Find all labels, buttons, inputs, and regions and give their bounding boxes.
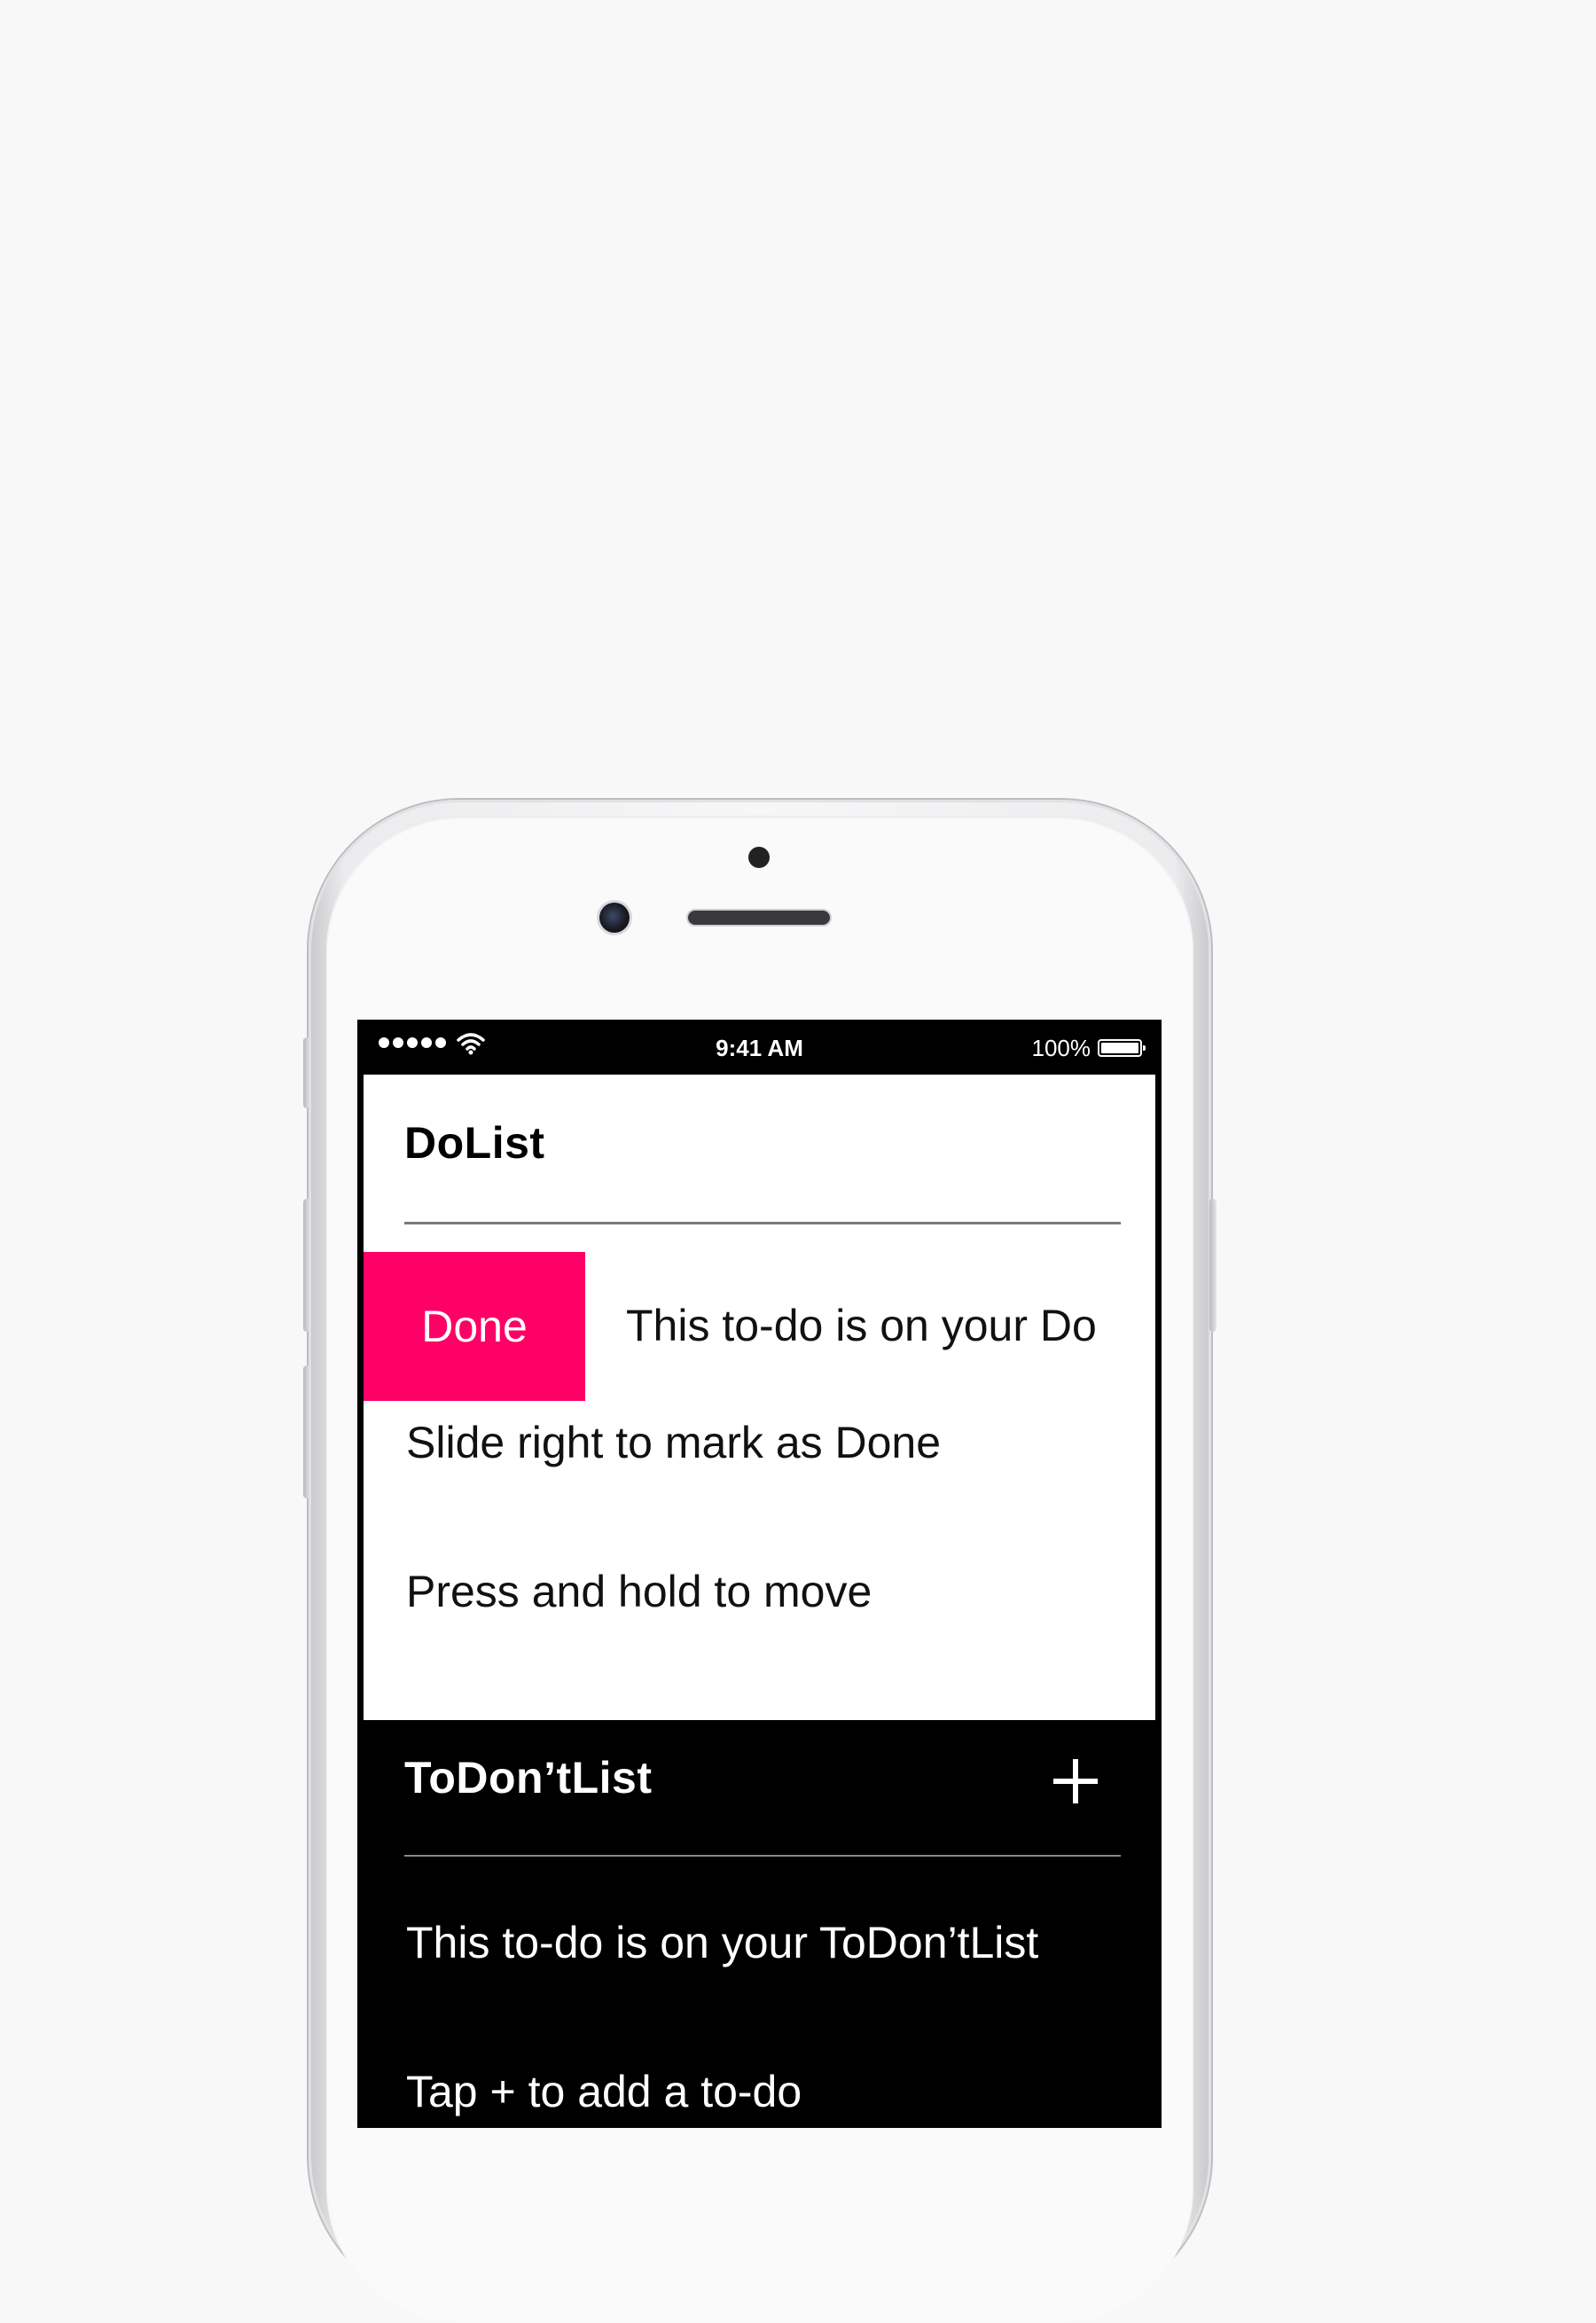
power-button: [1209, 1199, 1217, 1332]
battery-percentage: 100%: [1031, 1035, 1091, 1061]
list-item[interactable]: Tap + to add a to-do: [406, 2066, 802, 2117]
do-list-section: DoList Done This to-do is on your Do Sli…: [364, 1075, 1155, 1720]
battery-icon: [1098, 1039, 1146, 1057]
do-list-title: DoList: [404, 1118, 545, 1168]
dont-list-section: ToDon’tList This to-do is on your ToDon’…: [364, 1720, 1155, 2128]
status-bar: 9:41 AM 100%: [357, 1020, 1162, 1075]
proximity-sensor: [748, 847, 770, 868]
list-item-label: This to-do is on your Do: [626, 1301, 1097, 1350]
dont-list-divider: [404, 1855, 1121, 1857]
list-item[interactable]: Press and hold to move: [406, 1566, 872, 1617]
list-item-swiping[interactable]: Done This to-do is on your Do: [364, 1252, 1155, 1401]
do-list-divider: [404, 1222, 1121, 1224]
earpiece-speaker: [688, 911, 830, 925]
volume-up-button: [303, 1199, 310, 1332]
mute-switch: [303, 1037, 310, 1108]
plus-icon[interactable]: [1053, 1759, 1098, 1803]
phone-screen: 9:41 AM 100% DoList Done This to-do is o…: [357, 1020, 1162, 2128]
list-item[interactable]: Slide right to mark as Done: [406, 1417, 941, 1468]
dont-list-title: ToDon’tList: [404, 1753, 653, 1803]
front-camera-icon: [599, 903, 630, 933]
volume-down-button: [303, 1365, 310, 1498]
list-item[interactable]: This to-do is on your ToDon’tList: [406, 1917, 1038, 1968]
done-button[interactable]: Done: [364, 1252, 585, 1401]
